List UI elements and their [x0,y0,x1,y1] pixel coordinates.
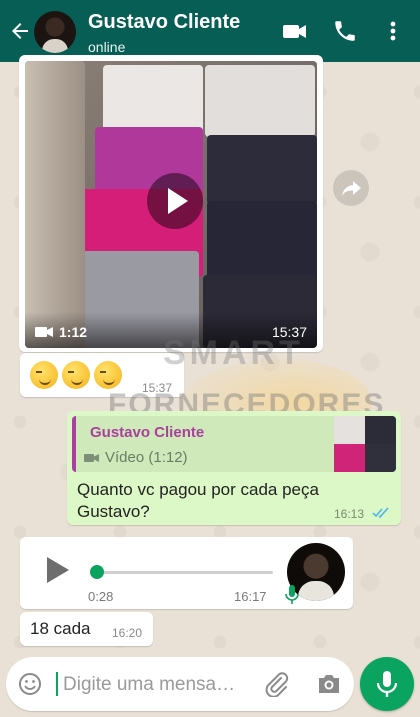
video-play-button[interactable] [147,173,203,229]
video-message[interactable]: 1:12 15:37 [19,55,323,352]
message-composer [6,657,354,711]
mic-icon [376,671,398,697]
voice-mic-icon [285,585,299,604]
emoji-icon[interactable] [18,672,42,696]
audio-progress-track[interactable] [98,571,273,574]
text-caret [56,672,58,696]
more-vertical-icon[interactable] [380,18,406,44]
audio-duration: 0:28 [88,589,114,604]
record-voice-button[interactable] [360,657,414,711]
phone-icon[interactable] [332,18,358,44]
read-ticks-icon [372,507,389,519]
chat-header: Gustavo Cliente online [0,0,420,62]
message-time: 16:13 [334,507,365,521]
message-time: 16:17 [234,589,267,604]
audio-message[interactable]: 0:28 16:17 [20,537,353,609]
message-input[interactable] [61,667,255,703]
contact-avatar[interactable] [34,11,76,53]
attach-paperclip-icon[interactable] [264,671,290,697]
quoted-thumbnail [334,416,396,472]
back-arrow-icon[interactable] [8,19,32,43]
video-duration: 1:12 [59,324,88,340]
message-text: 18 cada [30,619,91,638]
incoming-text-message[interactable]: 18 cada 16:20 [20,612,153,646]
quoted-sender: Gustavo Cliente [90,424,205,441]
audio-play-button[interactable] [47,557,69,583]
video-camera-icon [35,327,53,337]
quoted-message[interactable]: Gustavo Cliente Vídeo (1:12) [72,416,396,472]
smirk-emoji-icon [94,361,122,389]
camera-icon[interactable] [316,672,342,696]
outgoing-reply-message[interactable]: Gustavo Cliente Vídeo (1:12) Quanto vc p… [67,411,401,525]
contact-name[interactable]: Gustavo Cliente [88,11,240,34]
quote-accent-bar [72,416,76,472]
video-thumbnail[interactable]: 1:12 15:37 [25,61,317,348]
message-text: Quanto vc pagou por cada peça Gustavo? [77,480,319,521]
video-camera-icon [84,454,99,462]
forward-icon [342,181,361,196]
smirk-emoji-icon [30,361,58,389]
forward-button[interactable] [333,170,369,206]
quoted-type: Vídeo (1:12) [105,449,188,466]
smirk-emoji-icon [62,361,90,389]
contact-status: online [88,39,126,55]
audio-seek-handle[interactable] [90,565,104,579]
video-call-icon[interactable] [282,18,308,44]
watermark-text-smart: SMART [163,334,304,372]
message-time: 16:20 [112,626,143,640]
